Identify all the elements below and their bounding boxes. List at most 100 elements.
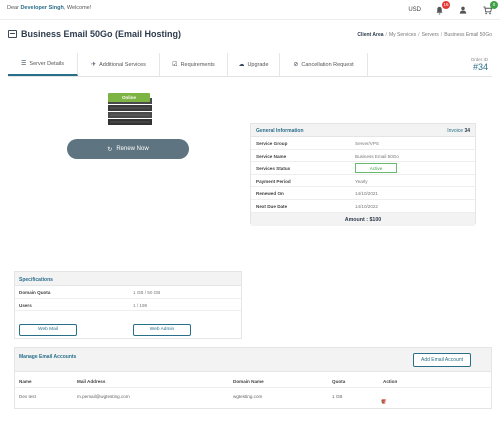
invoice-label: Invoice: [447, 128, 464, 134]
tab-label: Additional Services: [99, 61, 146, 68]
page-title: Business Email 50Go (Email Hosting): [8, 29, 181, 39]
info-key: Service Name: [256, 153, 287, 159]
cloud-icon: ☁: [238, 62, 245, 68]
invoice-number: 34: [464, 128, 470, 134]
page-header: Business Email 50Go (Email Hosting) Clie…: [0, 24, 500, 46]
currency-selector[interactable]: USD: [408, 7, 421, 13]
service-tabs: ☰ Server Details ✈ Additional Services ☑…: [8, 53, 492, 77]
info-key: Payment Period: [256, 178, 291, 184]
plane-icon: ✈: [91, 62, 97, 68]
general-information-card: General Information Invoice 34 Service G…: [250, 123, 476, 226]
specifications-header: Specifications: [15, 272, 241, 286]
info-row-payment-period: Payment Period Yearly: [251, 175, 475, 188]
web-mail-button[interactable]: Web Mail: [19, 324, 77, 336]
breadcrumb-separator: /: [440, 32, 443, 38]
info-row-service-group: Service Group Server/VPS: [251, 137, 475, 150]
topbar-actions: USD 16 0: [408, 1, 498, 18]
amount-row: Amount : $100: [251, 212, 475, 226]
tab-label: Server Details: [29, 60, 64, 67]
user-icon: [459, 6, 467, 14]
column-header-quota: Quota: [332, 379, 346, 384]
renew-label: Renew Now: [116, 146, 149, 152]
tab-upgrade[interactable]: ☁ Upgrade: [228, 53, 280, 76]
general-information-header: General Information Invoice 34: [251, 124, 475, 137]
ban-icon: ⊘: [293, 62, 299, 68]
info-value: Business Email 50Go: [355, 153, 399, 159]
tab-server-details[interactable]: ☰ Server Details: [8, 53, 78, 76]
info-value: 14/10/2021: [355, 191, 378, 197]
tab-requirements[interactable]: ☑ Requirements: [160, 53, 228, 76]
info-value: Yearly: [355, 178, 368, 184]
welcome-prefix: Dear: [7, 5, 21, 11]
breadcrumb: Client Area / My Services / Servers / Business…: [357, 32, 492, 38]
info-key: Service Group: [256, 141, 288, 146]
tab-cancellation-request[interactable]: ⊘ Cancellation Request: [280, 53, 368, 76]
spec-value: 1 GB / 50 GB: [133, 290, 161, 295]
cell-mail-address: m.pemail@wgtesting.com: [77, 394, 130, 399]
breadcrumb-current: Business Email 50Go: [444, 32, 492, 38]
tab-label: Upgrade: [247, 61, 269, 68]
info-key: Next Due Date: [256, 203, 288, 209]
info-value: 14/10/2022: [355, 203, 378, 209]
amount-total: Amount : $100: [344, 216, 382, 223]
info-row-service-name: Service Name Business Email 50Go: [251, 150, 475, 163]
delete-icon[interactable]: 🗑: [381, 399, 387, 405]
cart-count-badge: 0: [490, 1, 498, 9]
info-row-renewed-on: Renewed On 14/10/2021: [251, 187, 475, 200]
order-id: Order ID #34: [471, 57, 488, 72]
specifications-title: Specifications: [19, 277, 53, 283]
info-key: Renewed On: [256, 191, 284, 197]
spec-row-domain-quota: Domain Quota 1 GB / 50 GB: [15, 286, 241, 299]
user-name[interactable]: Developer Singh: [20, 5, 63, 11]
check-square-icon: ☑: [172, 62, 178, 68]
breadcrumb-separator: /: [385, 32, 387, 38]
email-accounts-header: Manage Email Accounts Add Email Account: [15, 348, 491, 372]
breadcrumb-separator: /: [418, 32, 420, 38]
refresh-icon: ↻: [107, 146, 113, 153]
tab-label: Cancellation Request: [301, 61, 354, 68]
table-row: Dev test m.pemail@wgtesting.com wgtestin…: [15, 388, 491, 404]
renew-now-button[interactable]: ↻ Renew Now: [67, 139, 189, 159]
notification-count-badge: 16: [442, 1, 450, 9]
spec-buttons: Web Mail Web Admin: [15, 324, 241, 338]
spec-key: Users: [19, 302, 32, 308]
page-title-text: Business Email 50Go (Email Hosting): [21, 29, 182, 39]
online-status-tag: Online: [108, 93, 150, 102]
specifications-card: Specifications Domain Quota 1 GB / 50 GB…: [14, 271, 242, 339]
server-icon: [8, 30, 17, 38]
info-value: Server/VPS: [355, 141, 379, 146]
web-admin-button[interactable]: Web Admin: [133, 324, 191, 336]
info-key: Services Status: [256, 166, 291, 172]
column-header-mail-address: Mail Address: [77, 379, 106, 384]
welcome-suffix: , Welcome!: [63, 5, 92, 11]
add-email-account-button[interactable]: Add Email Account: [413, 353, 471, 367]
status-badge: Active: [355, 163, 397, 174]
breadcrumb-client-area[interactable]: Client Area: [357, 32, 383, 38]
breadcrumb-my-services[interactable]: My Services: [389, 32, 416, 38]
cell-name: Dev test: [19, 394, 36, 399]
column-header-name: Name: [19, 379, 32, 384]
info-row-next-due-date: Next Due Date 14/10/2022: [251, 200, 475, 213]
cell-quota: 1 GB: [332, 394, 343, 399]
email-accounts-card: Manage Email Accounts Add Email Account …: [14, 347, 492, 409]
order-id-number: #34: [472, 62, 488, 72]
cart-button[interactable]: 0: [481, 1, 498, 16]
list-icon: ☰: [21, 61, 27, 67]
spec-row-users: Users 1 / 199: [15, 299, 241, 311]
email-accounts-title: Manage Email Accounts: [19, 354, 77, 360]
column-header-action: Action: [383, 379, 398, 384]
invoice-link[interactable]: Invoice 34: [447, 128, 470, 134]
general-information-title: General Information: [256, 128, 304, 134]
breadcrumb-servers[interactable]: Servers: [422, 32, 439, 38]
spec-key: Domain Quota: [19, 290, 51, 295]
welcome-message: Dear Developer Singh, Welcome!: [7, 5, 91, 11]
user-menu-button[interactable]: [457, 4, 469, 16]
tab-additional-services[interactable]: ✈ Additional Services: [78, 53, 160, 76]
cell-domain-name: wgtesting.com: [233, 394, 263, 399]
column-header-domain-name: Domain Name: [233, 379, 264, 384]
tab-label: Requirements: [180, 61, 215, 68]
spec-value: 1 / 199: [133, 302, 148, 308]
top-bar: Dear Developer Singh, Welcome! USD 16 0: [0, 0, 500, 20]
info-row-services-status: Services Status Active: [251, 162, 475, 175]
notifications-button[interactable]: 16: [433, 1, 450, 16]
